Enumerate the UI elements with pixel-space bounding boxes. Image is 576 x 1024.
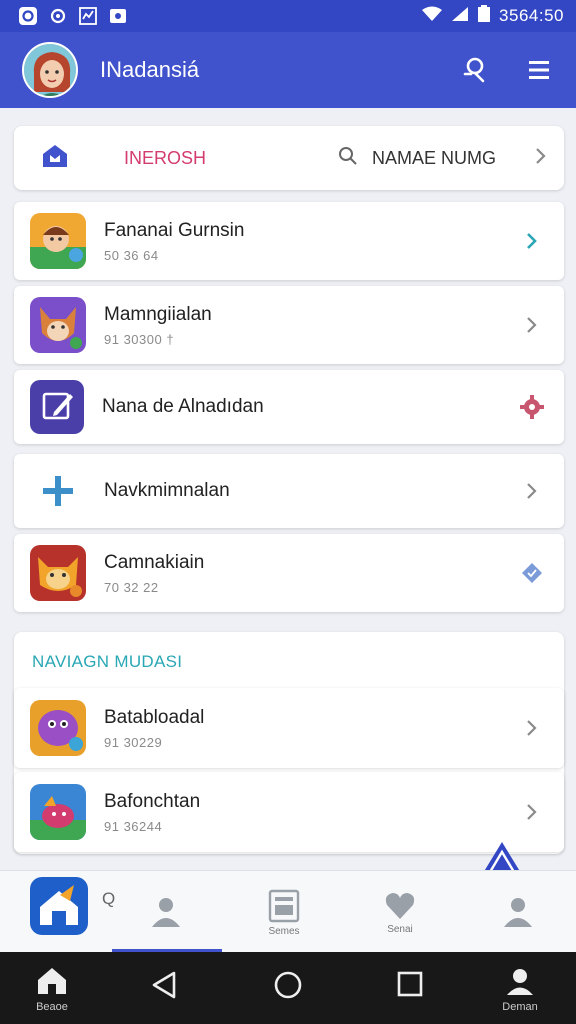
system-home-label: Beaoe [36, 1001, 68, 1013]
image-icon [108, 6, 128, 26]
house-icon [38, 968, 66, 994]
item-subtitle: 50 36 64 [104, 247, 159, 263]
system-profile-label: Deman [502, 1001, 538, 1013]
item-title: Nana de Alnadıdan [102, 396, 264, 417]
item-title: Camnakiain [104, 551, 205, 573]
edit-icon [30, 380, 84, 434]
chart-icon [78, 6, 98, 26]
nav-item-label: Q [102, 889, 116, 908]
system-profile-button[interactable]: Deman [490, 966, 550, 1013]
chevron-right-icon[interactable] [518, 227, 546, 255]
home-icon [40, 141, 70, 176]
status-bar: 3564:50 [0, 0, 576, 32]
diamond-icon[interactable] [518, 559, 546, 587]
chevron-right-icon[interactable] [518, 477, 546, 505]
clock: 3564:50 [499, 6, 564, 25]
app-fox-icon [30, 297, 86, 353]
chevron-right-icon[interactable] [518, 311, 546, 339]
gear-icon[interactable] [518, 393, 546, 421]
list-item[interactable]: Mamngiialan 91 30300 † [14, 286, 564, 364]
search-input[interactable]: NAMAE NUMG [372, 148, 496, 169]
item-title: Batabloadal [104, 706, 205, 728]
app-bar: INadansiá [0, 32, 576, 108]
item-title: Fananai Gurnsin [104, 219, 245, 241]
search-card[interactable]: INEROSH NAMAE NUMG [14, 126, 564, 190]
app-title: INadansiá [100, 57, 200, 82]
nav-item-label: Senai [387, 924, 413, 935]
search-category-label: INEROSH [124, 147, 207, 168]
nav-item-semes[interactable]: Semes [244, 879, 324, 937]
list-item[interactable]: Navkmimnalan [14, 454, 564, 528]
refresh-icon [48, 6, 68, 26]
app-game-icon [30, 213, 86, 269]
plus-icon [30, 463, 86, 519]
wifi-icon [421, 6, 443, 27]
app-dragon-icon [30, 784, 86, 840]
system-home-button[interactable]: Beaoe [22, 966, 82, 1013]
person-icon [507, 969, 533, 995]
heart-icon [385, 893, 415, 919]
person-icon [152, 898, 180, 927]
section-title: NAVIAGN MUDASI [32, 652, 183, 671]
list-item[interactable]: Nana de Alnadıdan [14, 370, 564, 444]
list-item[interactable]: Fananai Gurnsin 50 36 64 [14, 202, 564, 280]
list-item[interactable]: Camnakiain 70 32 22 [14, 534, 564, 612]
chevron-right-icon[interactable] [534, 146, 548, 171]
back-button[interactable] [134, 970, 194, 1003]
signal-icon [451, 6, 469, 27]
document-icon [268, 889, 300, 923]
avatar[interactable] [22, 42, 78, 98]
menu-icon[interactable] [524, 55, 554, 85]
person-icon [504, 898, 532, 927]
app-home-icon [30, 877, 88, 935]
item-subtitle: 91 36244 [104, 818, 163, 834]
item-title: Navkmimnalan [104, 480, 230, 501]
list-item[interactable]: Batabloadal 91 30229 [14, 688, 564, 768]
item-title: Mamngiialan [104, 303, 212, 325]
system-nav-bar: Beaoe Deman [0, 952, 576, 1024]
circle-o-icon [18, 6, 38, 26]
nav-item-label: Semes [268, 926, 300, 937]
app-cat-icon [30, 545, 86, 601]
item-subtitle: 70 32 22 [104, 579, 159, 595]
bottom-nav: Q Semes Senai [0, 870, 576, 952]
battery-icon [477, 4, 491, 28]
home-circle-button[interactable] [258, 970, 318, 1003]
chevron-right-icon[interactable] [518, 714, 546, 742]
square-icon [397, 971, 423, 997]
recents-button[interactable] [380, 970, 440, 1001]
search-icon[interactable] [460, 55, 490, 85]
item-subtitle: 91 30229 [104, 734, 163, 750]
nav-item-profile[interactable] [126, 879, 206, 932]
nav-item-account[interactable] [478, 879, 558, 932]
nav-item-senai[interactable]: Senai [360, 879, 440, 935]
app-monster-icon [30, 700, 86, 756]
item-title: Bafonchtan [104, 790, 201, 812]
back-icon [152, 971, 176, 999]
search-small-icon [338, 146, 358, 171]
chevron-right-icon[interactable] [518, 798, 546, 826]
circle-icon [274, 971, 302, 999]
item-subtitle: 91 30300 † [104, 331, 175, 347]
